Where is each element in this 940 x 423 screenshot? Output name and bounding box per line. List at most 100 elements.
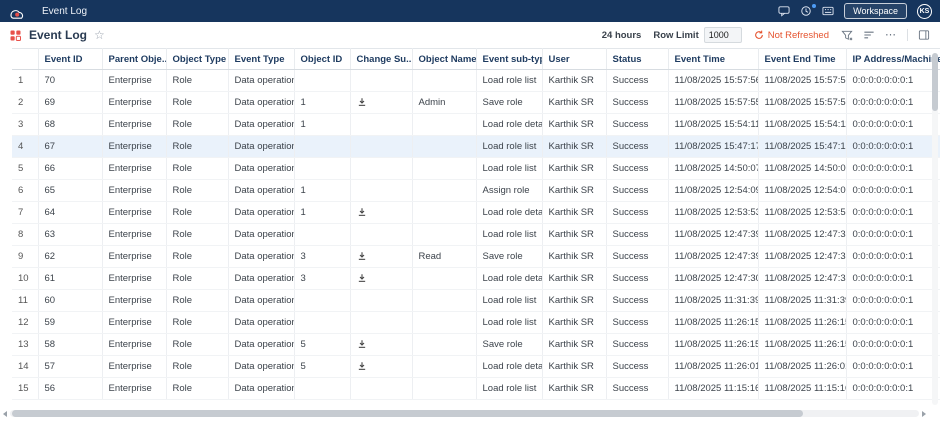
column-header[interactable]: Object Type (166, 49, 228, 70)
column-header[interactable]: Object Name (412, 49, 476, 70)
page-title: Event Log (29, 28, 87, 42)
horizontal-scrollbar-track[interactable] (10, 410, 919, 417)
table-row[interactable]: 764EnterpriseRoleData operation1Load rol… (12, 202, 940, 224)
table-row[interactable]: 665EnterpriseRoleData operation1Assign r… (12, 180, 940, 202)
table-cell: Karthik SR (542, 92, 606, 114)
table-cell: Load role list (476, 158, 542, 180)
row-number: 12 (12, 312, 38, 334)
table-row[interactable]: 467EnterpriseRoleData operationLoad role… (12, 136, 940, 158)
table-cell (412, 70, 476, 92)
download-icon[interactable] (357, 273, 367, 283)
table-cell: 0:0:0:0:0:0:0:1 (846, 92, 940, 114)
column-header[interactable]: Event End Time (758, 49, 846, 70)
table-row[interactable]: 863EnterpriseRoleData operationLoad role… (12, 224, 940, 246)
scroll-right-arrow[interactable] (922, 411, 926, 417)
chat-icon[interactable] (778, 5, 790, 17)
apps-icon[interactable] (822, 5, 834, 17)
star-icon[interactable]: ☆ (94, 29, 105, 41)
download-icon[interactable] (357, 361, 367, 371)
download-icon[interactable] (357, 97, 367, 107)
column-header[interactable]: Object ID (294, 49, 350, 70)
table-row[interactable]: 170EnterpriseRoleData operationLoad role… (12, 70, 940, 92)
table-cell: Role (166, 158, 228, 180)
table-cell: Load role detail (476, 114, 542, 136)
table-row[interactable]: 1556EnterpriseRoleData operationLoad rol… (12, 378, 940, 400)
table-cell-change-summary (350, 334, 412, 356)
table-row[interactable]: 1358EnterpriseRoleData operation5Save ro… (12, 334, 940, 356)
table-row[interactable]: 566EnterpriseRoleData operationLoad role… (12, 158, 940, 180)
table-cell: Karthik SR (542, 136, 606, 158)
column-header[interactable]: Parent Obje... (102, 49, 166, 70)
row-number: 5 (12, 158, 38, 180)
table-row[interactable]: 1061EnterpriseRoleData operation3Load ro… (12, 268, 940, 290)
row-limit-label: Row Limit (653, 30, 698, 41)
table-cell: 11/08/2025 11:26:15 (668, 334, 758, 356)
table-cell: Data operation (228, 224, 294, 246)
menu-lines-icon[interactable] (863, 29, 875, 41)
download-icon[interactable] (357, 339, 367, 349)
app-title: Event Log (42, 6, 87, 17)
vertical-scrollbar-thumb[interactable] (932, 53, 938, 111)
table-row[interactable]: 269EnterpriseRoleData operation1AdminSav… (12, 92, 940, 114)
table-cell: Role (166, 202, 228, 224)
workspace-button[interactable]: Workspace (844, 3, 907, 19)
time-range-selector[interactable]: 24 hours (602, 30, 642, 41)
table-row[interactable]: 368EnterpriseRoleData operation1Load rol… (12, 114, 940, 136)
more-icon[interactable]: ⋯ (885, 30, 897, 41)
column-header[interactable]: Event Type (228, 49, 294, 70)
scroll-left-arrow[interactable] (3, 411, 7, 417)
horizontal-scrollbar[interactable] (3, 409, 926, 418)
table-cell (412, 378, 476, 400)
column-header[interactable]: Event Time (668, 49, 758, 70)
table-row[interactable]: 962EnterpriseRoleData operation3ReadSave… (12, 246, 940, 268)
table-cell: Load role list (476, 136, 542, 158)
table-cell: Role (166, 268, 228, 290)
refresh-icon (754, 30, 764, 40)
table-cell: 70 (38, 70, 102, 92)
table-cell: 0:0:0:0:0:0:0:1 (846, 224, 940, 246)
table-row[interactable]: 1457EnterpriseRoleData operation5Load ro… (12, 356, 940, 378)
table-cell: Role (166, 378, 228, 400)
table-cell: 3 (294, 246, 350, 268)
user-avatar[interactable]: KS (917, 4, 932, 19)
table-cell-change-summary (350, 290, 412, 312)
table-cell: Assign role (476, 180, 542, 202)
table-cell: Karthik SR (542, 312, 606, 334)
table-row[interactable]: 1259EnterpriseRoleData operationLoad rol… (12, 312, 940, 334)
table-cell: Karthik SR (542, 158, 606, 180)
refresh-button[interactable]: Not Refreshed (754, 30, 829, 41)
table-row[interactable]: 1160EnterpriseRoleData operationLoad rol… (12, 290, 940, 312)
download-icon[interactable] (357, 207, 367, 217)
table-cell: 11/08/2025 14:50:07 (758, 158, 846, 180)
history-icon[interactable] (800, 5, 812, 17)
row-number: 6 (12, 180, 38, 202)
table-cell: 0:0:0:0:0:0:0:1 (846, 378, 940, 400)
table-cell-change-summary (350, 224, 412, 246)
table-cell: Data operation (228, 246, 294, 268)
table-cell: 0:0:0:0:0:0:0:1 (846, 158, 940, 180)
row-limit-input[interactable] (704, 27, 742, 43)
column-header[interactable]: Change Su... (350, 49, 412, 70)
table-cell: 0:0:0:0:0:0:0:1 (846, 246, 940, 268)
vertical-scrollbar[interactable] (932, 53, 938, 405)
table-cell: Data operation (228, 268, 294, 290)
column-header[interactable]: Event sub-type (476, 49, 542, 70)
column-header[interactable]: User (542, 49, 606, 70)
table-cell: 11/08/2025 15:57:56 (758, 70, 846, 92)
table-cell: Success (606, 136, 668, 158)
table-cell (412, 224, 476, 246)
column-header[interactable]: Status (606, 49, 668, 70)
panel-icon[interactable] (918, 29, 930, 41)
download-icon[interactable] (357, 251, 367, 261)
table-cell: Save role (476, 334, 542, 356)
table-cell: Success (606, 114, 668, 136)
column-header[interactable]: Event ID (38, 49, 102, 70)
table-cell-change-summary (350, 158, 412, 180)
horizontal-scrollbar-thumb[interactable] (12, 410, 803, 417)
table-cell (412, 114, 476, 136)
column-header[interactable]: IP Address/Machine... (846, 49, 940, 70)
table-cell: Success (606, 224, 668, 246)
table-cell: 11/08/2025 11:26:15 (668, 312, 758, 334)
filter-clear-icon[interactable] (841, 29, 853, 41)
toolbar-divider (907, 29, 908, 41)
